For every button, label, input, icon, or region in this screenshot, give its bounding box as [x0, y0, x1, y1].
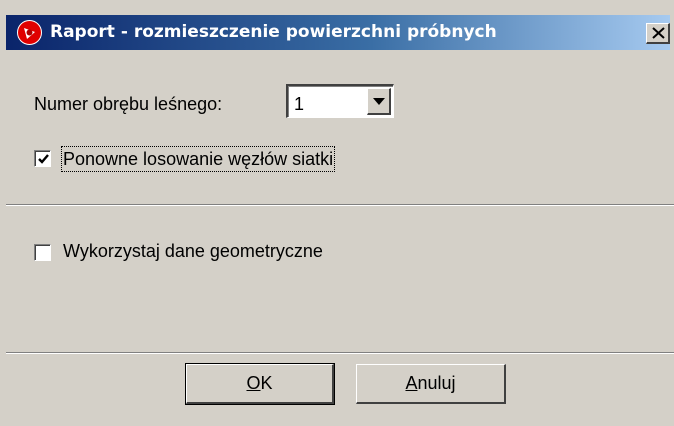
- forest-district-value: 1: [294, 94, 305, 114]
- report-dialog: Raport - rozmieszczenie powierzchni prób…: [0, 0, 674, 426]
- ok-button[interactable]: OK: [185, 363, 335, 405]
- separator-bottom: [6, 352, 674, 354]
- cancel-button-label: Anuluj: [405, 373, 456, 393]
- use-geometry-checkbox[interactable]: [34, 244, 51, 261]
- cancel-button[interactable]: Anuluj: [356, 364, 506, 404]
- close-button[interactable]: [646, 23, 670, 44]
- resample-nodes-label[interactable]: Ponowne losowanie węzłów siatki: [60, 146, 336, 172]
- app-icon: [16, 19, 43, 46]
- use-geometry-label[interactable]: Wykorzystaj dane geometryczne: [63, 240, 323, 262]
- forest-district-label: Numer obrębu leśnego:: [34, 94, 223, 114]
- resample-nodes-checkbox[interactable]: [34, 150, 51, 167]
- dropdown-button[interactable]: [367, 88, 391, 115]
- title-bar[interactable]: Raport - rozmieszczenie powierzchni prób…: [6, 15, 670, 50]
- ok-button-label: OK: [246, 373, 273, 393]
- separator-top: [6, 204, 674, 206]
- window-title: Raport - rozmieszczenie powierzchni prób…: [50, 22, 497, 42]
- forest-district-select[interactable]: 1: [286, 84, 394, 118]
